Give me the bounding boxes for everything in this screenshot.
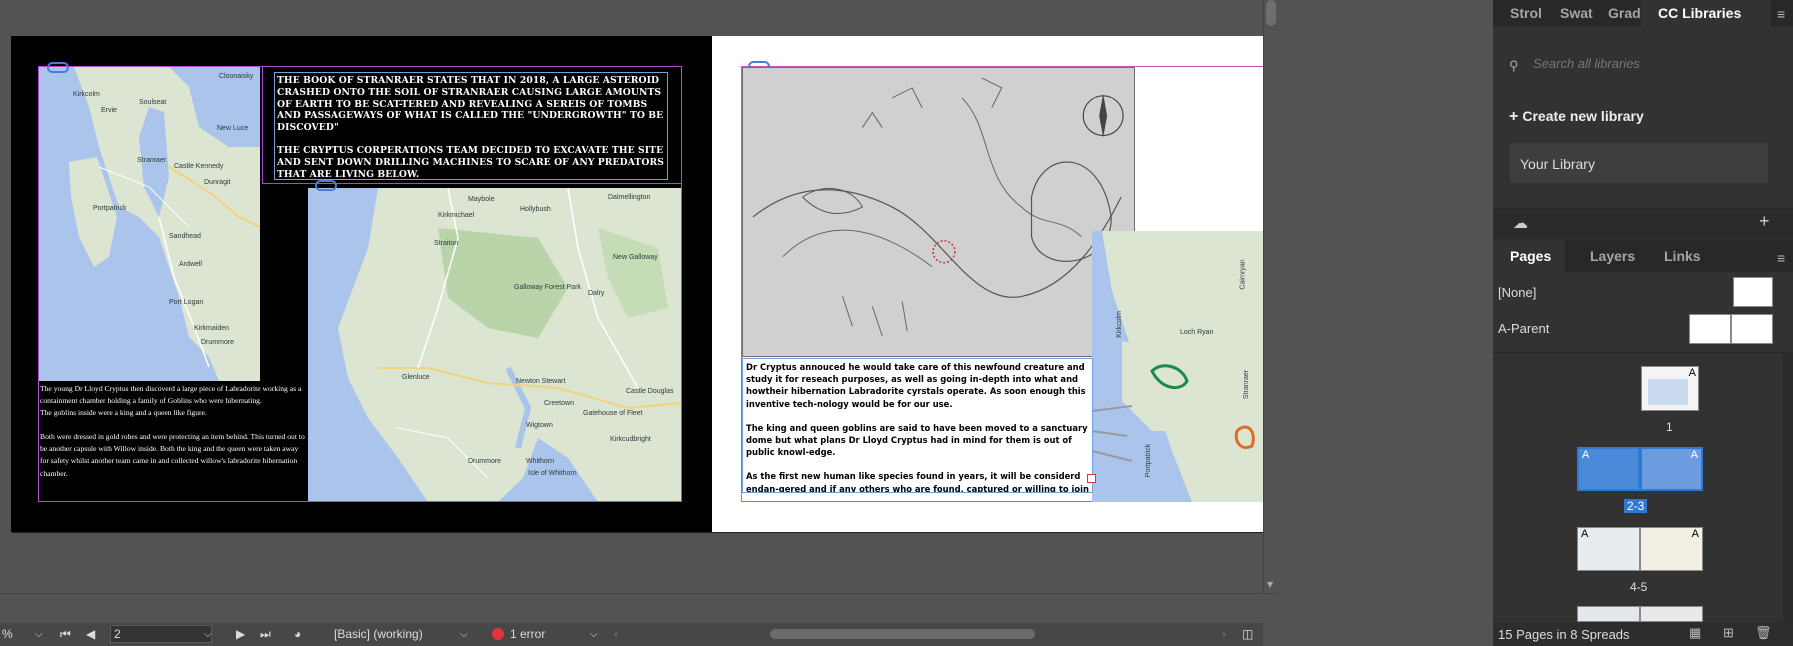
scroll-left-icon[interactable]: ‹ bbox=[614, 627, 618, 641]
page-thumbnail-5[interactable]: A bbox=[1640, 527, 1703, 571]
story-text-goblins[interactable]: The young Dr Lloyd Cryptus then discover… bbox=[39, 383, 307, 501]
workspace-gap bbox=[1277, 0, 1493, 646]
library-search-input[interactable]: Search all libraries bbox=[1533, 56, 1793, 82]
overset-text-indicator[interactable] bbox=[1087, 474, 1096, 483]
zoom-dropdown-icon[interactable]: ⌵ bbox=[35, 629, 43, 640]
preflight-errors[interactable]: 1 error bbox=[492, 627, 545, 641]
scroll-down-icon[interactable]: ▼ bbox=[1267, 580, 1273, 589]
paragraph: The king and queen goblins are said to h… bbox=[746, 422, 1088, 458]
horizontal-scroll-thumb[interactable] bbox=[770, 629, 1035, 639]
parent-letter: A bbox=[1581, 528, 1589, 540]
cloud-icon[interactable]: ☁ bbox=[1513, 214, 1528, 232]
pages-tab-row: Pages Layers Links ≡ bbox=[1493, 240, 1793, 272]
parent-label: A-Parent bbox=[1498, 321, 1550, 336]
map-label: Portpatrick bbox=[1145, 443, 1153, 478]
cc-tab-row: Strol Swat Grad CC Libraries ≡ bbox=[1493, 0, 1793, 26]
map-label: Cairnryan bbox=[1239, 259, 1247, 290]
page-thumbnail-4[interactable]: A bbox=[1577, 527, 1640, 571]
parent-thumbnail[interactable] bbox=[1731, 314, 1773, 344]
page-thumbnail-7[interactable] bbox=[1640, 606, 1703, 622]
previous-page-icon[interactable]: ◀ bbox=[86, 627, 95, 641]
profile-dropdown-icon[interactable]: ⌵ bbox=[460, 629, 468, 640]
page-thumbnail-1[interactable]: A bbox=[1641, 366, 1699, 411]
scroll-right-icon[interactable]: › bbox=[1222, 627, 1226, 641]
right-panel: Strol Swat Grad CC Libraries ≡ ⚲ Search … bbox=[1493, 0, 1793, 646]
sketch-image-goblin-map[interactable] bbox=[742, 67, 1135, 357]
spread-label: 4-5 bbox=[1630, 580, 1648, 594]
page-size-icon[interactable]: ▦ bbox=[1689, 625, 1701, 641]
pages-scrollbar[interactable] bbox=[1783, 352, 1793, 622]
error-count: 1 error bbox=[510, 627, 546, 641]
parent-none[interactable]: [None] bbox=[1493, 274, 1793, 310]
tab-links[interactable]: Links bbox=[1647, 240, 1701, 272]
first-page-icon[interactable]: ⏮ bbox=[60, 627, 71, 642]
spread-label: 1 bbox=[1666, 420, 1673, 434]
parent-label: [None] bbox=[1498, 285, 1537, 300]
split-window-icon[interactable]: ◫ bbox=[1242, 627, 1253, 641]
tab-stroke[interactable]: Strol bbox=[1493, 0, 1542, 26]
vertical-scrollbar[interactable]: ▼ bbox=[1263, 0, 1277, 593]
create-library-label: Create new library bbox=[1522, 108, 1644, 124]
page-dropdown-icon[interactable]: ⌵ bbox=[204, 629, 212, 640]
map-graphic bbox=[1092, 231, 1263, 502]
map-label: Loch Ryan bbox=[1180, 329, 1214, 336]
thumb-sketch bbox=[1648, 379, 1688, 405]
parent-thumbnail[interactable] bbox=[1689, 314, 1731, 344]
pages-count: 15 Pages in 8 Spreads bbox=[1498, 627, 1630, 642]
spread-label-selected: 2-3 bbox=[1624, 499, 1648, 513]
search-icon: ⚲ bbox=[1509, 58, 1519, 73]
panel-menu-icon[interactable]: ≡ bbox=[1777, 250, 1785, 266]
paragraph: Both were dressed in gold robes and were… bbox=[40, 432, 305, 478]
divider bbox=[1493, 352, 1793, 353]
plus-icon: + bbox=[1509, 108, 1519, 125]
page-thumbnail-2[interactable]: A bbox=[1577, 447, 1640, 491]
parent-letter: A bbox=[1688, 367, 1696, 379]
paragraph: As the first new human like species foun… bbox=[746, 471, 1089, 493]
preflight-profile[interactable]: [Basic] (working) bbox=[334, 627, 423, 641]
page-thumbnail-6[interactable] bbox=[1577, 606, 1640, 622]
scroll-thumb[interactable] bbox=[1266, 0, 1276, 26]
tab-pages[interactable]: Pages bbox=[1493, 240, 1565, 272]
indesign-window: Cloonaisky Kirkcolm Ervie Soulseat Stran… bbox=[0, 0, 1793, 646]
last-page-icon[interactable]: ⏭ bbox=[260, 627, 271, 642]
tab-layers[interactable]: Layers bbox=[1573, 240, 1635, 272]
story-text-cryptus[interactable]: Dr Cryptus annouced he would take care o… bbox=[742, 358, 1093, 493]
map-label: Kirkcolm bbox=[1115, 311, 1123, 338]
parent-letter: A bbox=[1582, 449, 1590, 461]
map-image-loch-ryan[interactable]: Loch Ryan Stranraer Cairnryan Portpatric… bbox=[1092, 231, 1263, 502]
zoom-level[interactable]: % bbox=[2, 627, 13, 641]
preflight-icon[interactable]: ◕ bbox=[294, 627, 301, 641]
tab-cc-libraries[interactable]: CC Libraries bbox=[1641, 0, 1771, 26]
library-item[interactable]: Your Library bbox=[1510, 143, 1768, 183]
tab-gradient[interactable]: Grad bbox=[1591, 0, 1641, 26]
sketch-graphic bbox=[743, 68, 1134, 356]
parent-letter: A bbox=[1691, 528, 1699, 540]
error-icon bbox=[492, 628, 504, 640]
pages-footer: 15 Pages in 8 Spreads ▦ ⊞ 🗑 bbox=[1493, 622, 1793, 646]
status-bar: % ⌵ ⏮ ◀ 2 ⌵ ▶ ⏭ ◕ [Basic] (working) ⌵ 1 … bbox=[0, 623, 1263, 646]
next-page-icon[interactable]: ▶ bbox=[236, 627, 245, 641]
paragraph: The young Dr Lloyd Cryptus then discover… bbox=[40, 384, 302, 418]
paragraph: Dr Cryptus annouced he would take care o… bbox=[746, 362, 1086, 409]
page-number-field[interactable]: 2 bbox=[110, 625, 212, 643]
new-page-icon[interactable]: ⊞ bbox=[1723, 625, 1734, 641]
tab-swatches[interactable]: Swat bbox=[1543, 0, 1593, 26]
lower-pasteboard bbox=[0, 593, 1277, 623]
delete-page-icon[interactable]: 🗑 bbox=[1755, 625, 1772, 641]
parent-letter: A bbox=[1690, 449, 1698, 461]
parent-thumbnail[interactable] bbox=[1733, 277, 1773, 307]
errors-dropdown-icon[interactable]: ⌵ bbox=[590, 629, 598, 640]
panel-menu-icon[interactable]: ≡ bbox=[1777, 6, 1785, 22]
pasteboard[interactable]: Cloonaisky Kirkcolm Ervie Soulseat Stran… bbox=[0, 0, 1263, 593]
library-footer: ☁ + bbox=[1493, 208, 1793, 239]
create-library-button[interactable]: + Create new library bbox=[1509, 108, 1644, 126]
add-icon[interactable]: + bbox=[1759, 211, 1770, 232]
page-thumbnail-3[interactable]: A bbox=[1640, 447, 1703, 491]
parent-a[interactable]: A-Parent bbox=[1493, 310, 1793, 346]
map-label: Stranraer bbox=[1243, 369, 1251, 400]
